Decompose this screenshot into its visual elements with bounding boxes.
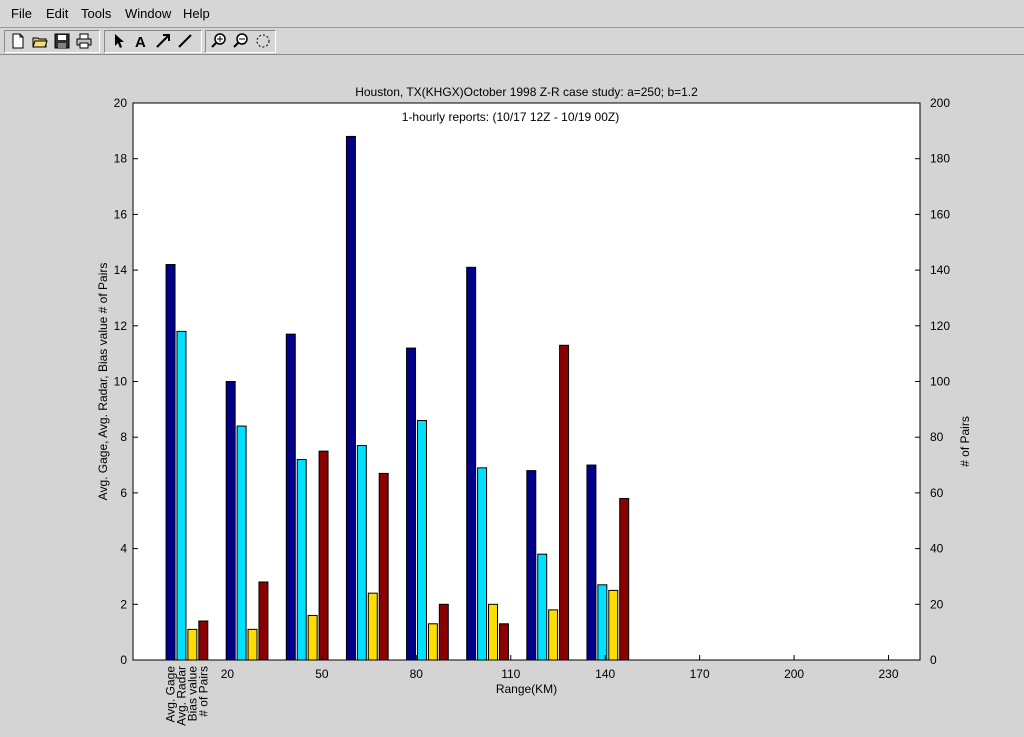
y-tick-label: 0 — [120, 653, 127, 667]
chart-title: Houston, TX(KHGX)October 1998 Z-R case s… — [355, 85, 698, 99]
save-icon[interactable] — [53, 32, 71, 50]
y2-tick-label: 20 — [930, 597, 944, 611]
svg-text:A: A — [135, 34, 146, 50]
x-axis-label: Range(KM) — [496, 682, 557, 696]
open-folder-icon[interactable] — [31, 32, 49, 50]
x-tick-label: 50 — [315, 667, 329, 681]
bar-series-1-group-7 — [526, 470, 537, 661]
bar-series-4-group-5 — [438, 603, 449, 661]
print-icon[interactable] — [75, 32, 93, 50]
bar-series-1-group-5 — [406, 347, 417, 661]
y2-tick-label: 40 — [930, 542, 944, 556]
zoom-in-icon[interactable] — [210, 32, 228, 50]
y-tick-label: 4 — [120, 542, 127, 556]
x-tick-label: 140 — [595, 667, 615, 681]
menu-edit[interactable]: Edit — [46, 6, 68, 21]
x-tick-label: 230 — [879, 667, 899, 681]
bar-series-2-group-5 — [416, 419, 427, 661]
y-tick-label: 8 — [120, 430, 127, 444]
bar-series-3-group-5 — [427, 623, 438, 661]
x-tick-label: 20 — [221, 667, 235, 681]
y-tick-label: 20 — [114, 96, 128, 110]
y-tick-label: 14 — [114, 263, 128, 277]
bar-series-1-group-4 — [345, 135, 356, 661]
bar-series-2-group-2 — [236, 425, 247, 661]
bar-series-2-group-1 — [176, 330, 187, 661]
bar-series-3-group-2 — [247, 628, 258, 661]
x-tick-label: 110 — [501, 667, 520, 681]
bar-series-4-group-8 — [619, 497, 630, 661]
y-tick-label: 6 — [120, 486, 127, 500]
bar-series-3-group-1 — [187, 628, 198, 661]
bar-series-1-group-1 — [165, 264, 176, 661]
bar-series-4-group-4 — [378, 472, 389, 661]
bar-series-3-group-6 — [488, 603, 499, 661]
text-tool-icon[interactable]: A — [132, 32, 150, 50]
line-tool-icon[interactable] — [176, 32, 194, 50]
y2-tick-label: 80 — [930, 430, 944, 444]
bar-series-3-group-4 — [367, 592, 378, 661]
chart-subtitle: 1-hourly reports: (10/17 12Z - 10/19 00Z… — [402, 110, 619, 124]
y2-tick-label: 120 — [930, 319, 950, 333]
menu-help[interactable]: Help — [183, 6, 210, 21]
bar-series-4-group-6 — [498, 623, 509, 661]
bar-series-1-group-3 — [285, 333, 296, 661]
y2-tick-label: 160 — [930, 207, 950, 221]
rotate-icon[interactable] — [254, 32, 272, 50]
y2-tick-label: 60 — [930, 486, 944, 500]
y2-tick-label: 140 — [930, 263, 950, 277]
toolbar: A — [0, 28, 1024, 55]
menu-file[interactable]: File — [11, 6, 32, 21]
x-tick-label: 80 — [410, 667, 424, 681]
bar-series-4-group-1 — [198, 620, 209, 661]
bar-series-2-group-3 — [296, 458, 307, 661]
y2-axis-label: # of Pairs — [958, 416, 972, 467]
bar-series-4-group-3 — [318, 450, 329, 661]
y-tick-label: 16 — [114, 207, 128, 221]
bar-chart: 0246810121416182002040608010012014016018… — [96, 85, 972, 726]
bar-series-3-group-7 — [548, 609, 559, 661]
y-tick-label: 10 — [114, 375, 128, 389]
menu-bar: File Edit Tools Window Help — [0, 0, 1024, 28]
bar-series-4-group-7 — [559, 344, 570, 661]
bar-series-2-group-8 — [597, 584, 608, 661]
y-tick-label: 2 — [120, 597, 127, 611]
bar-series-2-group-4 — [356, 445, 367, 661]
bar-series-1-group-8 — [586, 464, 597, 661]
bar-series-2-group-7 — [537, 553, 548, 661]
y2-tick-label: 0 — [930, 653, 937, 667]
y-axis-label: Avg. Gage, Avg. Radar, Bias value # of P… — [96, 263, 110, 501]
bar-series-2-group-6 — [477, 467, 488, 661]
arrow-tool-icon[interactable] — [154, 32, 172, 50]
y-tick-label: 18 — [114, 152, 128, 166]
bar-series-1-group-2 — [225, 381, 236, 661]
x-tick-label: 200 — [784, 667, 804, 681]
menu-tools[interactable]: Tools — [81, 6, 111, 21]
bar-series-1-group-6 — [466, 266, 477, 661]
bar-category-label: # of Pairs — [196, 666, 210, 717]
x-tick-label: 170 — [690, 667, 710, 681]
y2-tick-label: 180 — [930, 152, 950, 166]
zoom-out-icon[interactable] — [232, 32, 250, 50]
menu-window[interactable]: Window — [125, 6, 171, 21]
bar-series-4-group-2 — [258, 581, 269, 661]
select-arrow-icon[interactable] — [110, 32, 128, 50]
y2-tick-label: 200 — [930, 96, 950, 110]
figure-area: 0 2 4 6 8 10 12 14 16 18 20 0 20 40 60 80 100 120 140 160 18… — [0, 55, 1024, 737]
y-tick-label: 12 — [114, 319, 128, 333]
new-file-icon[interactable] — [9, 32, 27, 50]
bar-series-3-group-3 — [307, 614, 318, 661]
y2-tick-label: 100 — [930, 375, 950, 389]
bar-series-3-group-8 — [608, 589, 619, 661]
